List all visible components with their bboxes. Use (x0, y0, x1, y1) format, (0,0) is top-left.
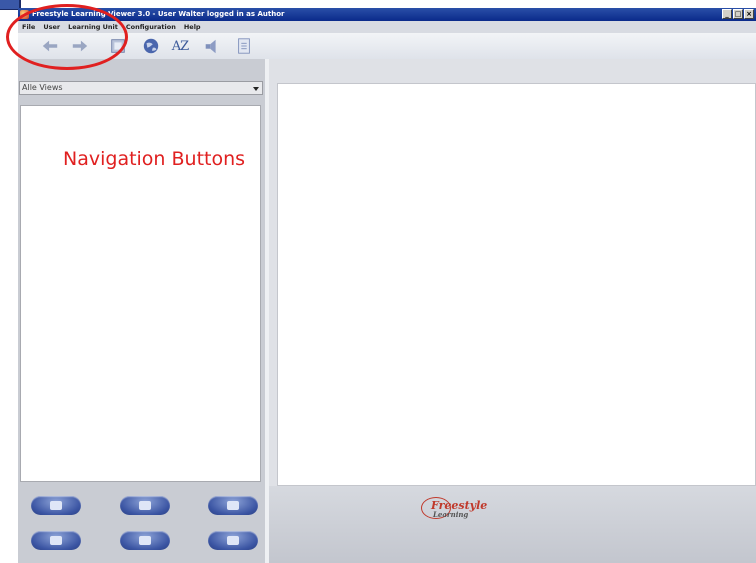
trash-button[interactable] (31, 531, 81, 550)
screen-icon (139, 536, 151, 545)
content-area[interactable] (277, 83, 756, 486)
az-sort-icon: AZ (171, 38, 189, 54)
toolbar: AZ (18, 33, 756, 59)
document-button[interactable] (234, 36, 254, 56)
annotation-label: Navigation Buttons (63, 148, 246, 170)
window-controls: _ □ × (722, 9, 754, 19)
edit-button[interactable] (208, 531, 258, 550)
close-button[interactable]: × (744, 9, 754, 19)
trash-icon (50, 536, 62, 545)
speaker-button[interactable] (202, 36, 222, 56)
chevron-down-icon (253, 87, 259, 91)
freestyle-logo: Freestyle Learning (421, 495, 497, 525)
notes-icon (227, 501, 239, 510)
right-panel (269, 59, 756, 563)
maximize-button[interactable]: □ (733, 9, 743, 19)
pause-button[interactable] (120, 496, 170, 515)
minimize-button[interactable]: _ (722, 9, 732, 19)
az-sort-button[interactable]: AZ (170, 36, 190, 56)
globe-icon (143, 38, 159, 54)
views-dropdown-value: Alle Views (22, 83, 63, 92)
globe-button[interactable] (141, 36, 161, 56)
document-icon (238, 38, 250, 54)
title-bar: Freestyle Learning Viewer 3.0 - User Wal… (18, 8, 756, 21)
speaker-icon (205, 39, 216, 54)
logo-sub: Learning (433, 510, 469, 519)
next-step-icon (50, 501, 62, 510)
left-panel: Alle Views (18, 59, 265, 563)
edit-icon (227, 536, 239, 545)
application-window: Freestyle Learning Viewer 3.0 - User Wal… (18, 8, 756, 563)
views-dropdown[interactable]: Alle Views (19, 81, 263, 95)
notes-button[interactable] (208, 496, 258, 515)
pause-icon (139, 501, 151, 510)
annotation-circle (6, 4, 128, 70)
menu-configuration[interactable]: Configuration (126, 21, 176, 33)
bottom-strip (269, 486, 756, 563)
screen-button[interactable] (120, 531, 170, 550)
menu-bar: File User Learning Unit Configuration He… (18, 21, 756, 33)
next-step-button[interactable] (31, 496, 81, 515)
menu-help[interactable]: Help (184, 21, 201, 33)
